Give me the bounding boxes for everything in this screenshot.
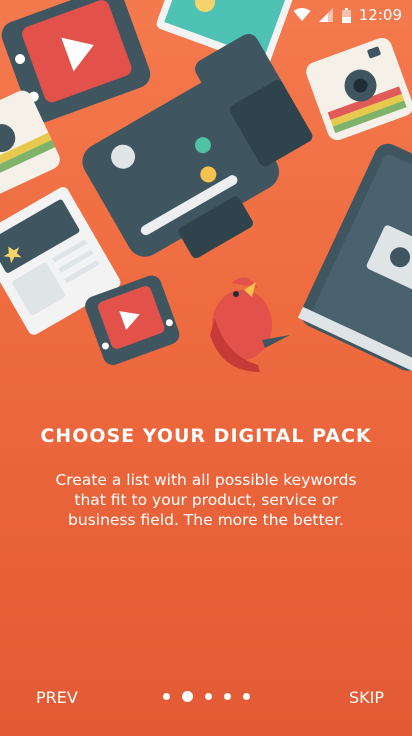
battery-icon [341, 7, 351, 23]
skip-button[interactable]: SKIP [343, 684, 390, 711]
page-dot[interactable] [242, 693, 250, 700]
description-line: Create a list with all possible keywords [55, 471, 357, 489]
hero-illustration [0, 0, 412, 373]
onboarding-nav-bar: PREV SKIP [0, 676, 412, 716]
wifi-icon [293, 8, 311, 21]
onboarding-screen: 12:09 CHOOSE YOUR DIGITAL PACK Create a … [0, 0, 412, 736]
description-line: business field. The more the better. [68, 511, 344, 529]
page-dot-active[interactable] [181, 691, 193, 702]
tablet-icon [297, 143, 412, 373]
status-bar: 12:09 [0, 0, 412, 30]
instant-camera-icon [306, 37, 412, 141]
status-time: 12:09 [358, 6, 402, 24]
page-dot[interactable] [162, 693, 170, 700]
onboarding-title: CHOOSE YOUR DIGITAL PACK [40, 425, 372, 447]
onboarding-description: Create a list with all possible keywords… [30, 470, 382, 530]
signal-icon [318, 8, 333, 22]
description-line: that fit to your product, service or [74, 491, 338, 509]
page-dot[interactable] [204, 693, 212, 700]
page-dot[interactable] [223, 693, 231, 700]
bird-icon [210, 277, 290, 372]
